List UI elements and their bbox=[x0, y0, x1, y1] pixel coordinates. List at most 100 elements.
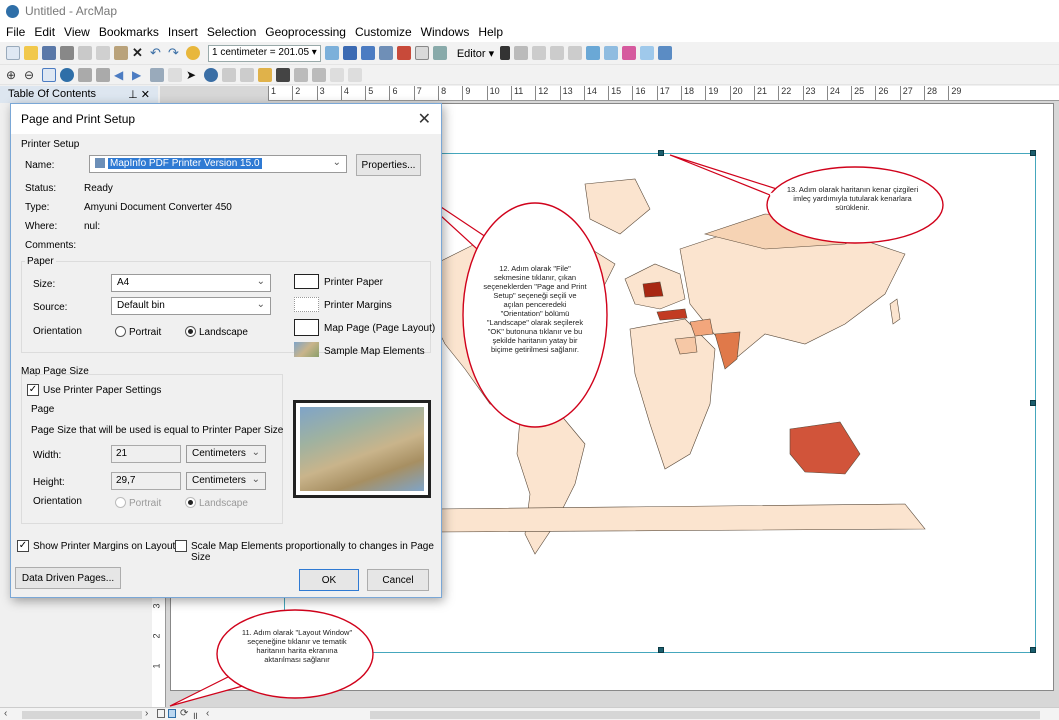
sketch-tool-icon[interactable] bbox=[514, 46, 529, 60]
show-printer-margins-checkbox[interactable]: ✓ bbox=[17, 540, 29, 552]
ruler-tick: 25 bbox=[851, 86, 875, 100]
menu-selection[interactable]: Selection bbox=[207, 25, 256, 39]
refresh-icon[interactable]: ⟳ bbox=[180, 708, 188, 719]
zoom-out-icon[interactable]: ⊖ bbox=[24, 68, 38, 82]
create-features-icon[interactable] bbox=[658, 46, 673, 60]
copy-icon[interactable] bbox=[96, 46, 110, 60]
use-printer-paper-checkbox[interactable]: ✓ bbox=[27, 384, 39, 396]
data-driven-pages-button[interactable]: Data Driven Pages... bbox=[15, 567, 121, 589]
fixed-zoom-out-icon[interactable] bbox=[96, 67, 110, 82]
clear-selection-icon[interactable] bbox=[168, 67, 182, 82]
straight-segment-icon[interactable] bbox=[532, 46, 547, 60]
trace-icon[interactable] bbox=[550, 46, 565, 60]
menu-help[interactable]: Help bbox=[478, 25, 503, 39]
add-data-icon[interactable] bbox=[186, 46, 200, 60]
scroll-right-icon[interactable]: › bbox=[145, 708, 148, 719]
back-extent-icon[interactable]: ◀ bbox=[114, 68, 128, 82]
create-viewer-icon[interactable] bbox=[348, 67, 362, 82]
landscape2-radio[interactable] bbox=[185, 497, 196, 508]
resize-handle[interactable] bbox=[658, 647, 664, 653]
portrait2-radio[interactable] bbox=[115, 497, 126, 508]
html-popup-icon[interactable] bbox=[240, 67, 254, 82]
arctoolbox-icon[interactable] bbox=[396, 46, 411, 60]
landscape-radio[interactable] bbox=[185, 326, 196, 337]
redo-icon[interactable]: ↷ bbox=[168, 46, 182, 60]
menu-customize[interactable]: Customize bbox=[355, 25, 412, 39]
toc-pin-close[interactable]: ⊥ ✕ bbox=[128, 88, 150, 101]
paper-source-select[interactable]: Default bin ⌄ bbox=[111, 297, 271, 315]
menu-bookmarks[interactable]: Bookmarks bbox=[99, 25, 159, 39]
paste-icon[interactable] bbox=[114, 46, 128, 60]
cancel-button[interactable]: Cancel bbox=[367, 569, 429, 591]
split-tool-icon[interactable] bbox=[568, 46, 583, 60]
catalog-icon[interactable] bbox=[360, 46, 375, 60]
height-field[interactable]: 29,7 bbox=[111, 472, 181, 490]
editor-toolbar-icon[interactable] bbox=[324, 46, 339, 60]
layout-scroll-left-icon[interactable]: ‹ bbox=[206, 708, 209, 719]
paper-size-select[interactable]: A4 ⌄ bbox=[111, 274, 271, 292]
data-view-icon[interactable] bbox=[157, 709, 165, 718]
select-features-icon[interactable] bbox=[150, 67, 164, 82]
open-folder-icon[interactable] bbox=[24, 46, 38, 60]
menu-windows[interactable]: Windows bbox=[421, 25, 470, 39]
python-window-icon[interactable] bbox=[414, 46, 429, 60]
delete-icon[interactable]: ✕ bbox=[132, 46, 146, 60]
time-slider-icon[interactable] bbox=[330, 67, 344, 82]
layout-scrollbar-thumb[interactable] bbox=[370, 711, 1040, 719]
pan-icon[interactable] bbox=[42, 67, 56, 82]
ok-button[interactable]: OK bbox=[299, 569, 359, 591]
measure-icon[interactable] bbox=[258, 67, 272, 82]
zoom-in-icon[interactable]: ⊕ bbox=[6, 68, 20, 82]
resize-handle[interactable] bbox=[1030, 400, 1036, 406]
menu-geoprocessing[interactable]: Geoprocessing bbox=[265, 25, 346, 39]
attributes-icon[interactable] bbox=[622, 46, 637, 60]
search-window-icon[interactable] bbox=[378, 46, 393, 60]
width-unit-select[interactable]: Centimeters ⌄ bbox=[186, 445, 266, 463]
height-unit-select[interactable]: Centimeters ⌄ bbox=[186, 472, 266, 490]
save-icon[interactable] bbox=[42, 46, 56, 60]
editor-menu[interactable]: Editor ▾ bbox=[457, 47, 494, 60]
find-icon[interactable] bbox=[276, 67, 290, 82]
hyperlink-icon[interactable] bbox=[222, 67, 236, 82]
edit-tool-icon[interactable] bbox=[500, 46, 511, 60]
layout-grid-icon[interactable] bbox=[604, 46, 619, 60]
ruler-tick: 3 bbox=[151, 603, 162, 609]
resize-handle[interactable] bbox=[1030, 647, 1036, 653]
properties-button[interactable]: Properties... bbox=[356, 154, 421, 176]
select-elements-icon[interactable]: ➤ bbox=[186, 68, 200, 82]
menu-file[interactable]: File bbox=[6, 25, 25, 39]
model-builder-icon[interactable] bbox=[432, 46, 447, 60]
identify-icon[interactable] bbox=[204, 67, 218, 82]
scale-map-elements-checkbox[interactable] bbox=[175, 540, 187, 552]
cut-icon[interactable] bbox=[78, 46, 92, 60]
menu-insert[interactable]: Insert bbox=[168, 25, 198, 39]
ruler-tick: 6 bbox=[389, 86, 413, 100]
print-icon[interactable] bbox=[60, 46, 74, 60]
width-field[interactable]: 21 bbox=[111, 445, 181, 463]
sketch-properties-icon[interactable] bbox=[640, 46, 655, 60]
new-document-icon[interactable] bbox=[6, 46, 20, 60]
go-to-xy-icon[interactable] bbox=[312, 67, 326, 82]
pause-drawing-icon[interactable]: ॥ bbox=[192, 708, 198, 720]
printer-name-select[interactable]: MapInfo PDF Printer Version 15.0 ⌄ bbox=[89, 155, 347, 173]
map-scale-select[interactable]: 1 centimeter = 201.05 ▾ bbox=[208, 44, 321, 62]
status-label: Status: bbox=[25, 183, 57, 194]
layout-view-icon[interactable] bbox=[168, 709, 176, 718]
close-icon[interactable]: ✕ bbox=[418, 109, 431, 129]
find-route-icon[interactable] bbox=[294, 67, 308, 82]
scroll-left-icon[interactable]: ‹ bbox=[4, 708, 7, 719]
menu-edit[interactable]: Edit bbox=[34, 25, 55, 39]
portrait-radio[interactable] bbox=[115, 326, 126, 337]
height-label: Height: bbox=[33, 477, 65, 488]
forward-extent-icon[interactable]: ▶ bbox=[132, 68, 146, 82]
undo-icon[interactable]: ↶ bbox=[150, 46, 164, 60]
georeferencing-icon[interactable] bbox=[586, 46, 601, 60]
menu-view[interactable]: View bbox=[64, 25, 90, 39]
table-icon[interactable] bbox=[342, 46, 357, 60]
fixed-zoom-in-icon[interactable] bbox=[78, 67, 92, 82]
full-extent-icon[interactable] bbox=[60, 67, 74, 82]
toc-title: Table Of Contents bbox=[8, 88, 97, 100]
scrollbar-thumb[interactable] bbox=[22, 711, 142, 719]
status-value: Ready bbox=[84, 183, 113, 194]
resize-handle[interactable] bbox=[1030, 150, 1036, 156]
